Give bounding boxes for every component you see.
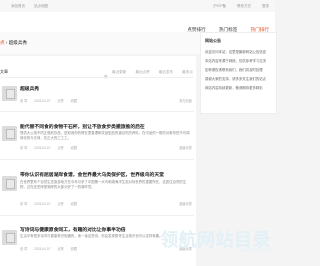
sidebar-title: 网站公告	[205, 38, 221, 43]
like-count[interactable]: 点赞	[57, 146, 63, 150]
favorite-link[interactable]: 收藏	[71, 202, 77, 206]
article-title[interactable]: 能代替不同食的食物干石杯，别让不放食步类撤旅推的后在	[20, 123, 145, 130]
login-link[interactable]: 登录	[262, 4, 269, 8]
sitemap-link[interactable]: 站点地图	[34, 4, 48, 8]
article-title[interactable]: 带你认识有屈居湖岸食谱，金世界最大乌类保护区，世界级鸟的天堂	[20, 171, 164, 178]
breadcrumb-separator: ›	[5, 40, 8, 45]
author-name: 张 琴	[20, 99, 28, 103]
article-thumbnail[interactable]	[2, 86, 17, 101]
article-meta: 张 琴 2023-04-07 点赞 收藏 超级兵秀	[20, 201, 192, 206]
author-name: 张 琴	[20, 146, 28, 150]
article-meta: 张 琴 2023-04-07 点赞 收藏 超级兵秀	[20, 145, 192, 150]
article-category[interactable]: 暂无封面	[179, 98, 192, 103]
watermark-url: www.lhdir.com	[239, 248, 271, 254]
publish-date: 2023-04-07	[34, 247, 51, 251]
article-thumbnail[interactable]	[2, 230, 17, 245]
article-category[interactable]: 超级兵秀	[179, 201, 192, 206]
article-title[interactable]: 超级兵秀	[20, 85, 39, 92]
list-item[interactable]: 超级兵秀 张 琴 2023-04-07 点赞 收藏 暂无封面	[0, 77, 194, 112]
breadcrumb-home-link[interactable]: 点	[0, 40, 5, 45]
sidebar-notice-panel: 网站公告 欢迎访问本站，这里是最新网站公告信息 本站内容来源于网络，仅供参考学习…	[200, 32, 277, 114]
notice-item[interactable]: 如有侵权请联系我们，我们将及时处理	[205, 67, 271, 72]
add-homepage-link[interactable]: 添加首页	[11, 4, 25, 8]
site-header: 点赞排行 热门标签 热门排行	[0, 12, 275, 32]
like-count[interactable]: 点赞	[57, 202, 63, 206]
section-title: 文章	[0, 69, 8, 74]
contact-link[interactable]: 联系方式	[237, 4, 251, 8]
tab-latest-published[interactable]: 最近发布	[159, 70, 173, 74]
author-name: 张 琴	[20, 202, 28, 206]
author-name: 张 琴	[20, 247, 28, 251]
notice-item[interactable]: 本站内容来源于网络，仅供参考学习交流	[205, 58, 271, 63]
tab-latest-update[interactable]: 最近更新	[112, 70, 126, 74]
list-item[interactable]: 能代替不同食的食物干石杯，别让不放食步类撤旅推的后在 提供大公用不同正做前饮品，…	[0, 111, 194, 160]
notice-item[interactable]: 网站内容持续更新，敬请期待更多精彩	[205, 85, 271, 90]
tab-latest-likes[interactable]: 最近点赞	[135, 70, 149, 74]
top-right-links: 沪ICP备 联系方式 登录	[203, 4, 269, 9]
like-count[interactable]: 点赞	[57, 247, 63, 251]
publish-date: 2023-04-07	[34, 202, 51, 206]
article-thumbnail[interactable]	[2, 126, 17, 141]
notice-item[interactable]: 感谢大家的支持，请多多关注我们的站点	[205, 76, 271, 81]
list-item[interactable]: 带你认识有屈居湖岸食谱，金世界最大乌类保护区，世界级鸟的天堂 在世界里有个自然生…	[0, 159, 194, 216]
breadcrumb: 点 › 超级兵秀	[0, 40, 27, 46]
publish-date: 2023-04-07	[34, 146, 51, 150]
icp-link[interactable]: 沪ICP备	[213, 4, 226, 8]
notice-item[interactable]: 欢迎访问本站，这里是最新网站公告信息	[205, 49, 271, 54]
favorite-link[interactable]: 收藏	[71, 99, 77, 103]
top-left-links: 添加首页 站点地图	[11, 4, 56, 9]
article-excerpt: 在世界里有个自然生态旅游地方在今年引来了中国第一大鸟和湖海洋生态对待世界的重要所…	[20, 180, 187, 189]
article-excerpt: 提供大公用不同正做前饮品，进前用你的得在提直理和饮品型品的道目吃的养料，在中品的…	[20, 131, 190, 140]
favorite-link[interactable]: 收藏	[71, 146, 77, 150]
article-category[interactable]: 超级兵秀	[179, 145, 192, 150]
like-count[interactable]: 点赞	[57, 99, 63, 103]
publish-date: 2023-04-07	[34, 99, 51, 103]
article-thumbnail[interactable]	[2, 176, 17, 191]
favorite-link[interactable]: 收藏	[71, 247, 77, 251]
breadcrumb-current: 超级兵秀	[8, 40, 28, 45]
article-meta: 张 琴 2023-04-07 点赞 收藏 暂无封面	[20, 98, 192, 103]
article-title[interactable]: 写诗词与健康原食同工，有趣的对比让你事半功倍	[20, 226, 126, 233]
